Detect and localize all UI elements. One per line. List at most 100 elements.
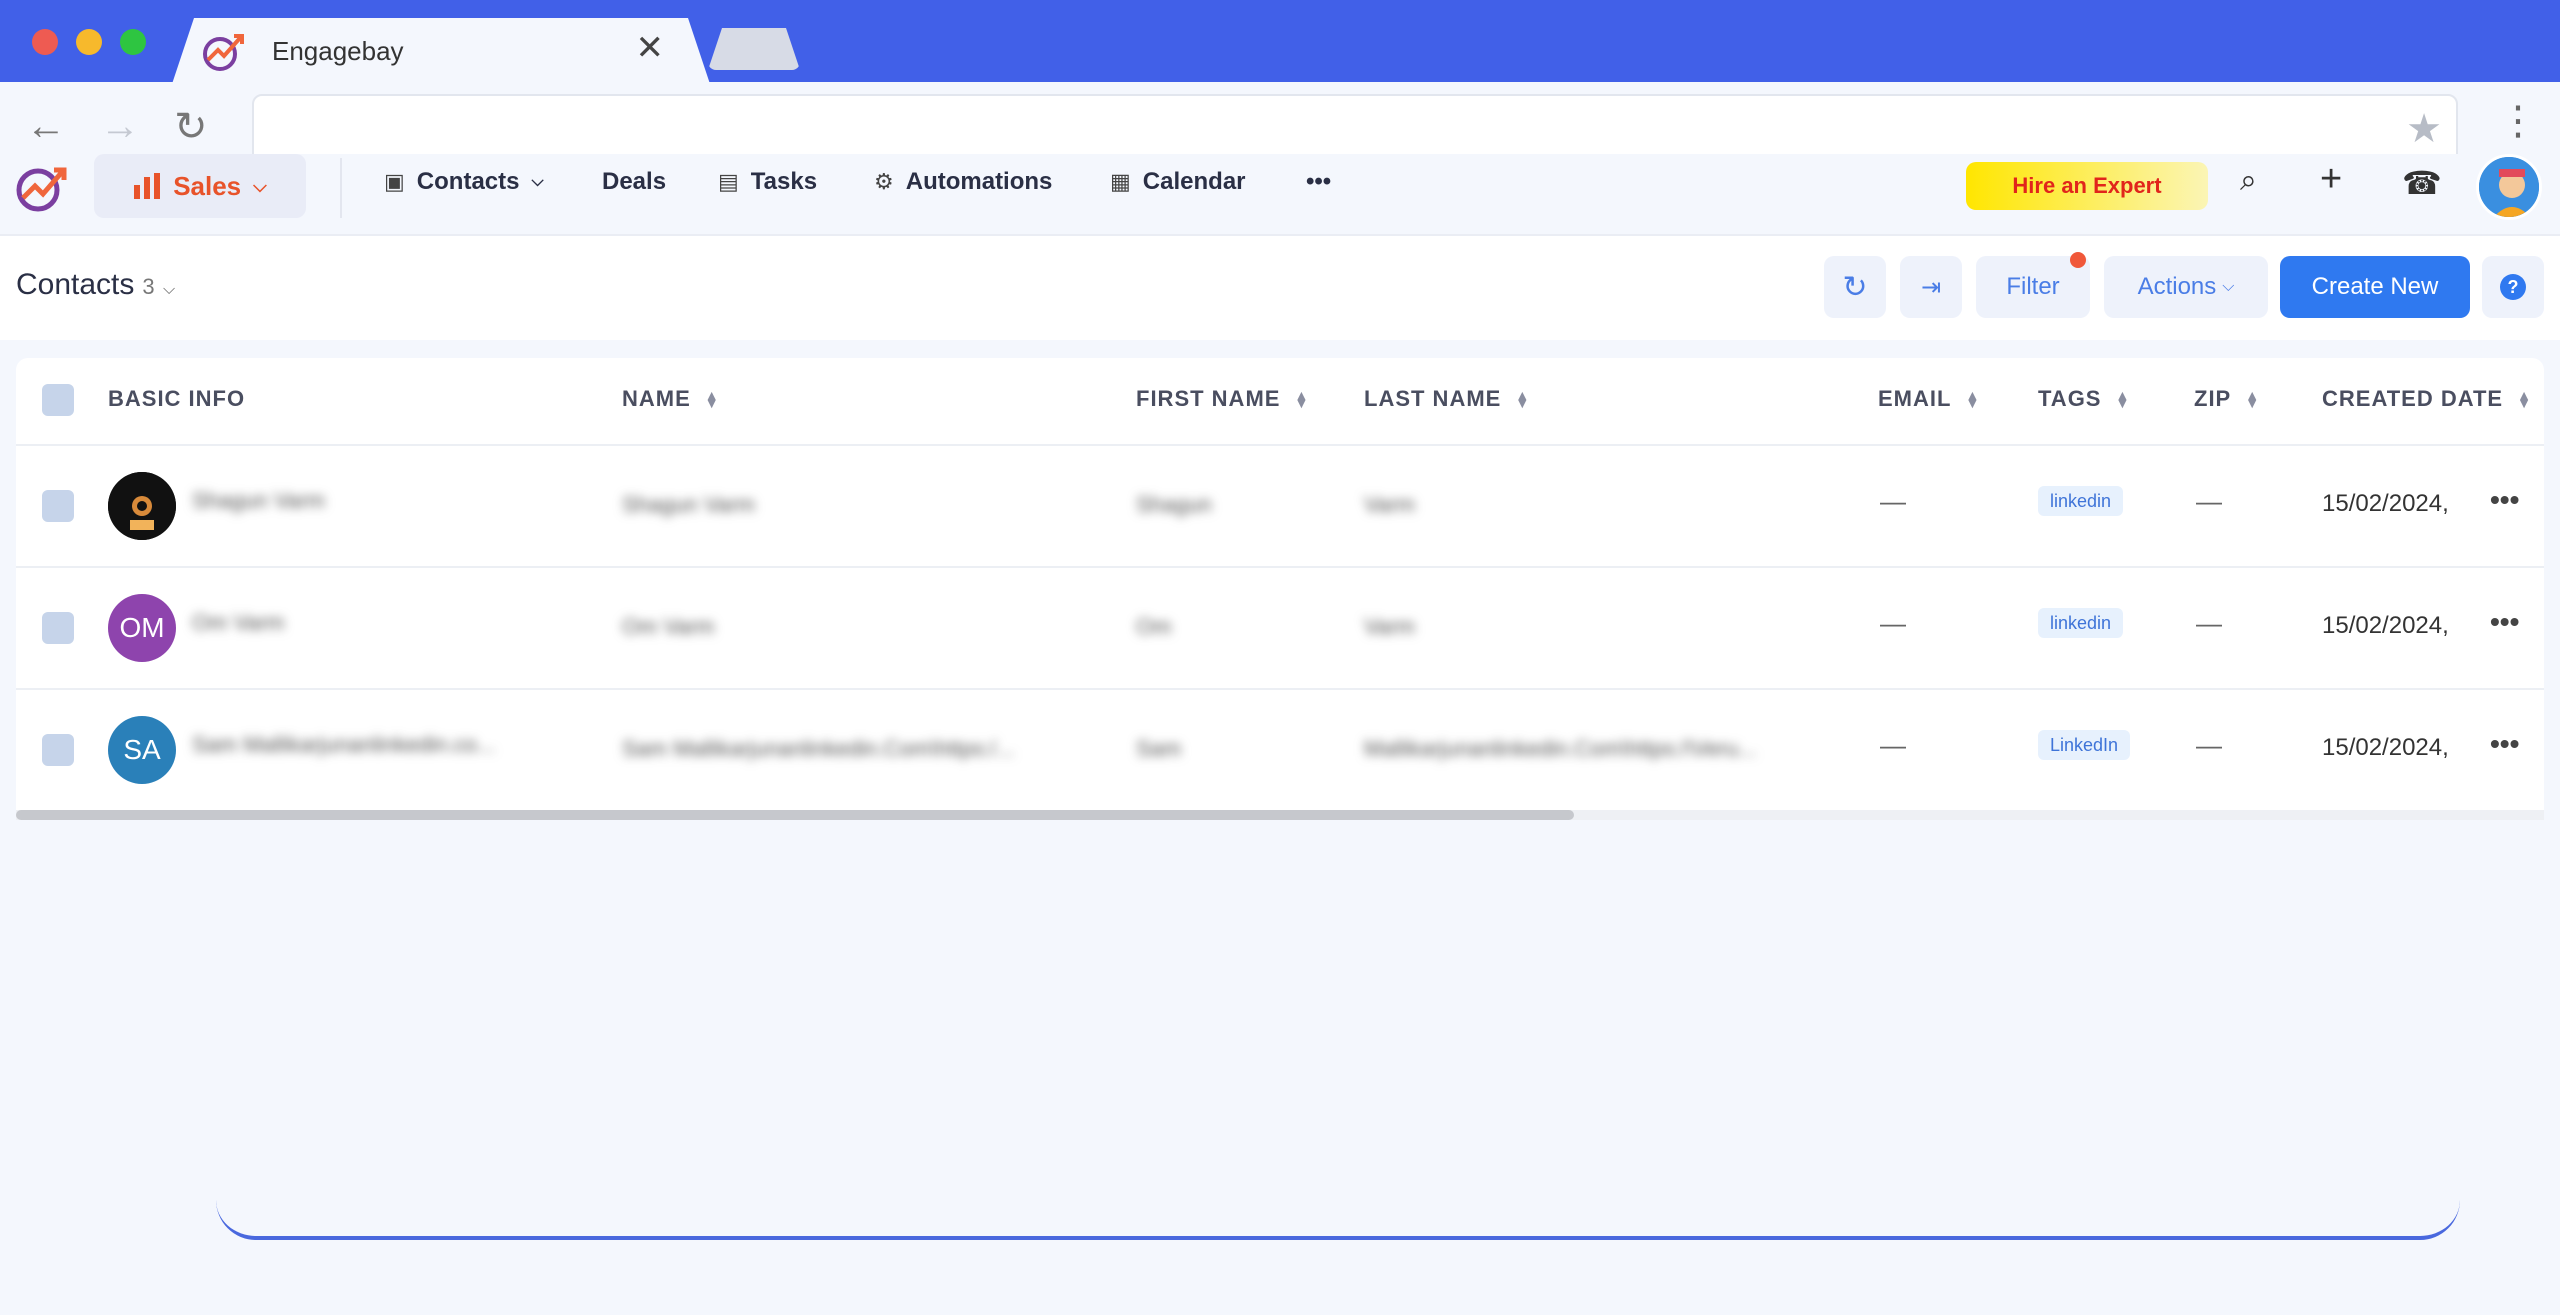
cell-zip: — (2196, 730, 2222, 760)
cell-first-name: Shagun (1136, 492, 1212, 517)
chevron-down-icon: ⌵ (2222, 278, 2235, 295)
basic-info-name[interactable]: Shagun Varm (192, 488, 325, 514)
nav-label: Automations (905, 168, 1053, 195)
hire-expert-button[interactable]: Hire an Expert (1966, 162, 2208, 210)
tag-badge[interactable]: linkedin (2038, 608, 2124, 638)
column-header-tags[interactable]: TAGS ▲ ▼ (2038, 386, 2130, 412)
contacts-icon: ▣ (384, 169, 405, 194)
chevron-down-icon: ⌵ (162, 281, 176, 298)
nav-contacts[interactable]: ▣ Contacts ⌵ (384, 168, 544, 196)
tag-badge[interactable]: LinkedIn (2038, 730, 2131, 760)
table-row[interactable]: SA Sam Mallikarjunanlinkedin.co... Sam M… (16, 690, 2544, 812)
refresh-button[interactable]: ↻ (1824, 256, 1886, 318)
row-menu-icon[interactable]: ••• (2490, 728, 2519, 760)
row-menu-icon[interactable]: ••• (2490, 484, 2519, 516)
scrollbar-thumb[interactable] (16, 810, 1574, 820)
cell-email: — (1880, 730, 1906, 760)
row-checkbox[interactable] (42, 490, 74, 522)
close-icon[interactable]: ✕ (636, 28, 665, 68)
nav-deals[interactable]: Deals (602, 168, 666, 196)
nav-more[interactable]: ••• (1306, 168, 1331, 196)
sort-icon[interactable]: ▲ ▼ (2517, 388, 2532, 410)
tag-badge[interactable]: linkedin (2038, 486, 2124, 516)
nav-automations[interactable]: ⚙ Automations (874, 168, 1052, 196)
avatar[interactable]: OM (108, 594, 176, 662)
plus-icon[interactable]: + (2320, 158, 2342, 201)
avatar[interactable] (108, 472, 176, 540)
nav-tasks[interactable]: ▤ Tasks (718, 168, 817, 196)
actions-button[interactable]: Actions ⌵ (2104, 256, 2268, 318)
nav-calendar[interactable]: ▦ Calendar (1110, 168, 1246, 196)
app-navbar: Sales ⌵ ▣ Contacts ⌵ Deals ▤ Tasks ⚙ Aut… (0, 154, 2560, 236)
cell-last-name: Mallikarjunanlinkedin.Com\https:/\Veru..… (1364, 736, 1757, 761)
column-header-first-name[interactable]: FIRST NAME ▲ ▼ (1136, 386, 1309, 412)
contact-photo-icon (108, 472, 176, 540)
bottom-panel-edge (216, 1180, 2460, 1240)
column-header-created-date[interactable]: CREATED DATE ▲ ▼ (2322, 386, 2532, 412)
reload-icon[interactable]: ↻ (174, 104, 208, 150)
column-header-basic-info[interactable]: BASIC INFO (108, 386, 245, 412)
row-menu-icon[interactable]: ••• (2490, 606, 2519, 638)
sort-icon[interactable]: ▲ ▼ (1965, 388, 1980, 410)
maximize-window-dot[interactable] (120, 29, 146, 55)
cell-email: — (1880, 486, 1906, 516)
nav-label: Tasks (750, 168, 818, 195)
cell-created-date: 15/02/2024, (2322, 612, 2449, 639)
page-title[interactable]: Contacts 3 ⌵ (16, 268, 175, 302)
help-icon: ? (2500, 274, 2526, 300)
column-header-label: EMAIL (1878, 386, 1952, 411)
help-button[interactable]: ? (2482, 256, 2544, 318)
avatar[interactable]: SA (108, 716, 176, 784)
browser-tab-active[interactable]: Engagebay ✕ (172, 18, 710, 84)
chevron-down-icon: ⌵ (531, 173, 544, 190)
table-row[interactable]: Shagun Varm Shagun Varm Shagun Varm — li… (16, 446, 2544, 568)
sort-icon[interactable]: ▲ ▼ (1294, 388, 1309, 410)
filter-button[interactable]: Filter (1976, 252, 2090, 318)
column-header-zip[interactable]: ZIP ▲ ▼ (2194, 386, 2260, 412)
horizontal-scrollbar[interactable] (16, 810, 2544, 820)
sort-icon[interactable]: ▲ ▼ (2115, 388, 2130, 410)
cell-created-date: 15/02/2024, (2322, 490, 2449, 517)
close-window-dot[interactable] (32, 29, 58, 55)
bookmark-star-icon[interactable]: ★ (2406, 106, 2442, 152)
back-icon[interactable]: ← (26, 104, 66, 149)
engagebay-logo-icon[interactable] (14, 162, 68, 214)
row-checkbox[interactable] (42, 612, 74, 644)
contact-count: 3 (142, 274, 155, 299)
user-avatar-icon (2479, 157, 2539, 217)
column-header-label: LAST NAME (1364, 386, 1502, 411)
phone-icon[interactable]: ☎ (2402, 164, 2442, 202)
browser-menu-icon[interactable]: ⋮ (2498, 98, 2538, 144)
page-title-text: Contacts (16, 268, 135, 301)
cell-last-name: Varm (1364, 614, 1415, 639)
nav-label: Contacts (416, 168, 520, 195)
column-header-label: ZIP (2194, 386, 2232, 411)
cell-created-date: 15/02/2024, (2322, 734, 2449, 761)
refresh-icon: ↻ (1842, 270, 1868, 304)
contacts-header: Contacts 3 ⌵ ↻ ⇥ Filter Actions ⌵ Create … (0, 236, 2560, 340)
basic-info-name[interactable]: Sam Mallikarjunanlinkedin.co... (192, 732, 495, 758)
minimize-window-dot[interactable] (76, 29, 102, 55)
column-header-last-name[interactable]: LAST NAME ▲ ▼ (1364, 386, 1530, 412)
new-tab-button[interactable] (708, 28, 800, 70)
search-icon[interactable]: ⌕ (2240, 164, 2257, 198)
column-header-email[interactable]: EMAIL ▲ ▼ (1878, 386, 1980, 412)
cell-name: Om Varm (622, 614, 715, 639)
row-checkbox[interactable] (42, 734, 74, 766)
import-button[interactable]: ⇥ (1900, 256, 1962, 318)
basic-info-name[interactable]: Om Varm (192, 610, 284, 636)
select-all-checkbox[interactable] (42, 384, 74, 416)
browser-titlebar: Engagebay ✕ (0, 0, 2560, 84)
create-new-button[interactable]: Create New (2280, 256, 2470, 318)
forward-icon[interactable]: → (100, 104, 140, 149)
sort-icon[interactable]: ▲ ▼ (1515, 388, 1530, 410)
table-row[interactable]: OM Om Varm Om Varm Om Varm — linkedin — … (16, 568, 2544, 690)
column-header-label: BASIC INFO (108, 386, 246, 411)
sort-icon[interactable]: ▲ ▼ (705, 388, 720, 410)
column-header-name[interactable]: NAME ▲ ▼ (622, 386, 720, 412)
sort-icon[interactable]: ▲ ▼ (2245, 388, 2260, 410)
cell-name: Shagun Varm (622, 492, 755, 517)
nav-label: Calendar (1142, 168, 1246, 195)
module-switcher-sales[interactable]: Sales ⌵ (94, 154, 306, 218)
user-avatar[interactable] (2476, 154, 2542, 220)
